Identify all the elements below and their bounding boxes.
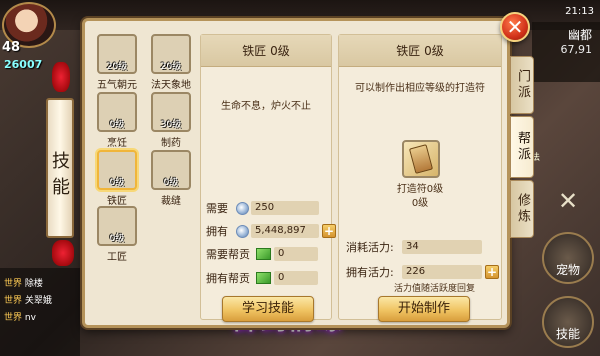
own-row: 拥有活力: 226 + bbox=[346, 264, 499, 280]
craft-description: 可以制作出相应等级的打造符 bbox=[355, 83, 485, 94]
location-display[interactable]: 幽都 67,91 bbox=[532, 22, 600, 82]
coordinates: 67,91 bbox=[560, 43, 593, 56]
own-label: 拥有活力: bbox=[346, 266, 394, 279]
chat-channel: 世界 bbox=[4, 296, 23, 306]
chat-channel: 世界 bbox=[4, 279, 23, 289]
skill-name: 制药 bbox=[161, 138, 181, 149]
anvil-icon: 0级 bbox=[97, 150, 137, 190]
thread-spool-icon: 0级 bbox=[151, 150, 191, 190]
city-name: 幽都 bbox=[567, 28, 592, 42]
chat-text: nv bbox=[24, 313, 36, 323]
power-value: 26007 bbox=[4, 58, 43, 71]
craft-item-name: 打造符0级 bbox=[396, 184, 444, 195]
craft-item-slot[interactable] bbox=[402, 140, 440, 178]
skill-name: 裁缝 bbox=[161, 196, 181, 207]
craft-panel-title: 铁匠 0级 bbox=[339, 35, 501, 67]
skill-item[interactable]: 30级 制药 bbox=[148, 92, 194, 149]
skill-name: 法天象地 bbox=[151, 80, 191, 91]
chat-channel: 世界 bbox=[4, 313, 23, 323]
skill-item[interactable]: 0级 烹饪 bbox=[94, 92, 140, 149]
contribution-icon bbox=[256, 248, 271, 260]
learn-description: 生命不息，炉火不止 bbox=[221, 101, 311, 112]
cooking-pot-icon: 0级 bbox=[97, 92, 137, 132]
tab-cultivation[interactable]: 修炼 bbox=[510, 180, 534, 238]
silver-coin-icon bbox=[236, 224, 249, 238]
skill-level: 0级 bbox=[109, 178, 125, 188]
tab-sect[interactable]: 门派 bbox=[510, 56, 534, 114]
sky-lightning-icon: 20级 bbox=[151, 34, 191, 74]
learn-panel-title: 铁匠 0级 bbox=[201, 35, 331, 67]
have-contrib-row: 拥有帮贡 0 bbox=[206, 270, 318, 286]
lantern-icon bbox=[52, 240, 74, 266]
add-vitality-button[interactable]: + bbox=[485, 265, 499, 279]
skill-level: 20级 bbox=[106, 62, 128, 72]
have-contrib-value: 0 bbox=[274, 271, 318, 285]
have-label: 拥有 bbox=[206, 225, 228, 238]
chat-line: 世界 除楼 bbox=[4, 276, 76, 289]
chat-line: 世界 nv bbox=[4, 310, 76, 323]
skill-vertical-label: 技能 bbox=[46, 98, 74, 238]
close-button[interactable]: ✕ bbox=[500, 12, 530, 42]
need-contrib-value: 0 bbox=[274, 247, 318, 261]
chat-line: 世界 关翠娥 bbox=[4, 293, 76, 306]
chat-text: 关翠娥 bbox=[24, 296, 52, 306]
skill-level: 0级 bbox=[109, 234, 125, 244]
contribution-icon bbox=[256, 272, 271, 284]
skill-name: 烹饪 bbox=[107, 138, 127, 149]
chat-box[interactable]: 世界 除楼 世界 关翠娥 世界 nv bbox=[0, 268, 80, 356]
skill-level: 0级 bbox=[163, 178, 179, 188]
need-contrib-label: 需要帮贡 bbox=[206, 248, 250, 261]
category-tabs: 门派 帮派 修炼 bbox=[510, 56, 534, 240]
cost-label: 消耗活力: bbox=[346, 241, 394, 254]
player-level: 48 bbox=[2, 40, 21, 55]
have-value: 5,448,897 bbox=[251, 224, 319, 238]
lantern-icon bbox=[52, 62, 70, 92]
have-row: 拥有 5,448,897 + bbox=[206, 223, 336, 239]
chat-text: 除楼 bbox=[24, 279, 43, 289]
need-value: 250 bbox=[251, 201, 319, 215]
need-label: 需要 bbox=[206, 202, 228, 215]
skill-level: 20级 bbox=[160, 62, 182, 72]
skill-button[interactable]: 技能 bbox=[542, 296, 594, 348]
skill-name: 铁匠 bbox=[107, 196, 127, 207]
vitality-hint: 活力值随活跃度回复 bbox=[394, 284, 476, 294]
medicine-gourd-icon: 30级 bbox=[151, 92, 191, 132]
need-row: 需要 250 bbox=[206, 200, 319, 216]
tab-guild[interactable]: 帮派 bbox=[510, 116, 534, 178]
skill-item[interactable]: 0级 工匠 bbox=[94, 206, 140, 263]
add-silver-button[interactable]: + bbox=[322, 224, 336, 238]
own-value: 226 bbox=[402, 265, 482, 279]
have-contrib-label: 拥有帮贡 bbox=[206, 272, 250, 285]
scroll-icon bbox=[408, 144, 434, 174]
start-craft-button[interactable]: 开始制作 bbox=[378, 296, 470, 322]
skill-item[interactable]: 0级 裁缝 bbox=[148, 150, 194, 207]
skill-item[interactable]: 20级 五气朝元 bbox=[94, 34, 140, 91]
skill-name: 五气朝元 bbox=[97, 80, 137, 91]
skill-level: 0级 bbox=[109, 120, 125, 130]
clock-text: 21:13 bbox=[565, 6, 594, 17]
skill-item-selected[interactable]: 0级 铁匠 bbox=[94, 150, 140, 207]
pet-button[interactable]: 宠物 bbox=[542, 232, 594, 284]
skill-name: 工匠 bbox=[107, 252, 127, 263]
cost-value: 34 bbox=[402, 240, 482, 254]
craft-item-level: 0级 bbox=[411, 198, 429, 209]
skill-item[interactable]: 20级 法天象地 bbox=[148, 34, 194, 91]
learn-skill-button[interactable]: 学习技能 bbox=[222, 296, 314, 322]
skill-level: 30级 bbox=[160, 120, 182, 130]
fire-orb-icon: 20级 bbox=[97, 34, 137, 74]
need-contrib-row: 需要帮贡 0 bbox=[206, 246, 318, 262]
close-icon[interactable]: ✕ bbox=[558, 189, 580, 213]
silver-coin-icon bbox=[236, 201, 249, 215]
craft-gold-icon: 0级 bbox=[97, 206, 137, 246]
cost-row: 消耗活力: 34 bbox=[346, 239, 482, 255]
